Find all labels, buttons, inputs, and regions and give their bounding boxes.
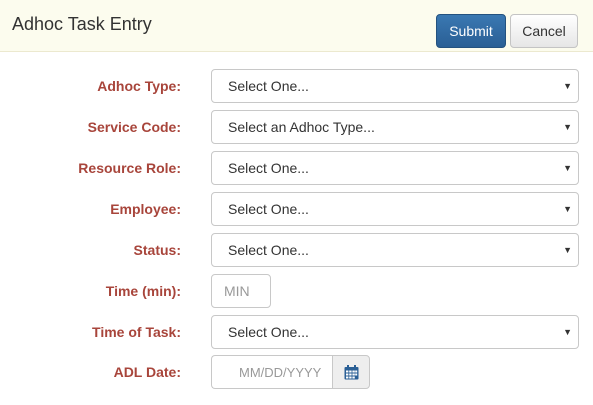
employee-label: Employee: — [110, 201, 181, 217]
resource-role-label: Resource Role: — [78, 160, 181, 176]
adl-date-label: ADL Date: — [113, 364, 181, 380]
calendar-icon — [344, 364, 358, 379]
adl-date-row: ADL Date: — [0, 355, 593, 389]
service-code-label: Service Code: — [87, 119, 181, 135]
cancel-button[interactable]: Cancel — [510, 14, 578, 48]
service-code-row: Service Code: Select an Adhoc Type... ▼ — [0, 110, 593, 144]
caret-down-icon: ▼ — [563, 122, 572, 132]
caret-down-icon: ▼ — [563, 81, 572, 91]
caret-down-icon: ▼ — [563, 245, 572, 255]
adhoc-type-row: Adhoc Type: Select One... ▼ — [0, 69, 593, 103]
submit-button[interactable]: Submit — [436, 14, 506, 48]
resource-role-value: Select One... — [228, 160, 309, 176]
adhoc-type-select[interactable]: Select One... ▼ — [211, 69, 579, 103]
service-code-value: Select an Adhoc Type... — [228, 119, 375, 135]
adhoc-type-value: Select One... — [228, 78, 309, 94]
status-select[interactable]: Select One... ▼ — [211, 233, 579, 267]
caret-down-icon: ▼ — [563, 327, 572, 337]
status-label: Status: — [133, 242, 181, 258]
time-of-task-label: Time of Task: — [92, 324, 181, 340]
time-min-row: Time (min): — [0, 274, 593, 308]
status-row: Status: Select One... ▼ — [0, 233, 593, 267]
adl-date-input[interactable] — [211, 355, 332, 389]
resource-role-row: Resource Role: Select One... ▼ — [0, 151, 593, 185]
employee-row: Employee: Select One... ▼ — [0, 192, 593, 226]
caret-down-icon: ▼ — [563, 163, 572, 173]
service-code-select[interactable]: Select an Adhoc Type... ▼ — [211, 110, 579, 144]
header-bar: Adhoc Task Entry Submit Cancel — [0, 0, 593, 52]
employee-select[interactable]: Select One... ▼ — [211, 192, 579, 226]
time-of-task-row: Time of Task: Select One... ▼ — [0, 315, 593, 349]
time-of-task-value: Select One... — [228, 324, 309, 340]
time-min-label: Time (min): — [105, 283, 181, 299]
page-title: Adhoc Task Entry — [12, 14, 152, 34]
time-of-task-select[interactable]: Select One... ▼ — [211, 315, 579, 349]
caret-down-icon: ▼ — [563, 204, 572, 214]
time-min-input[interactable] — [211, 274, 271, 308]
employee-value: Select One... — [228, 201, 309, 217]
adhoc-type-label: Adhoc Type: — [97, 78, 181, 94]
status-value: Select One... — [228, 242, 309, 258]
calendar-button[interactable] — [332, 355, 370, 389]
resource-role-select[interactable]: Select One... ▼ — [211, 151, 579, 185]
